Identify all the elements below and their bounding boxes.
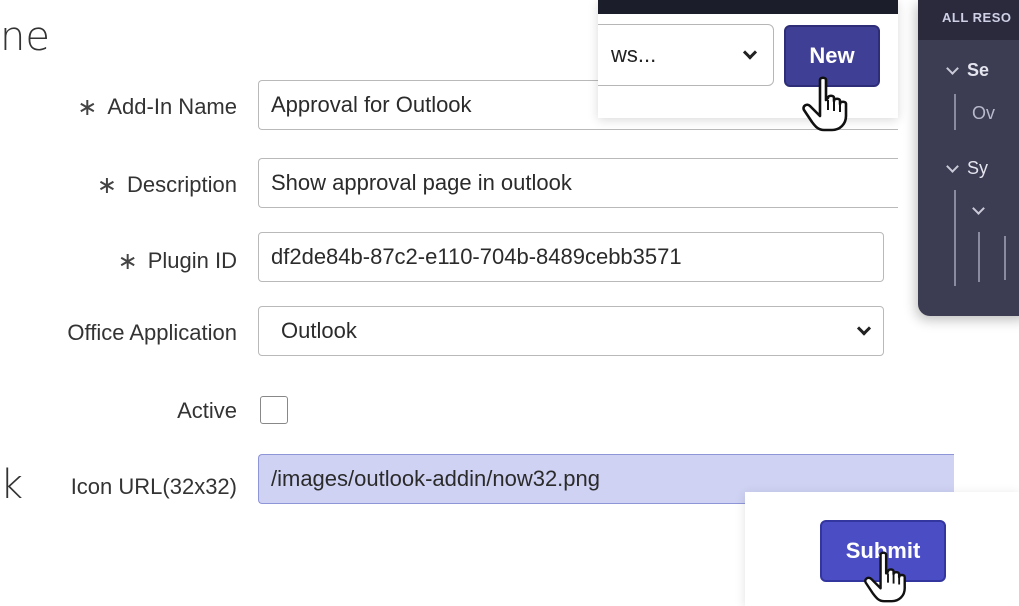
hand-pointer-icon <box>864 551 906 603</box>
nav-item-system[interactable]: Sy <box>946 158 988 179</box>
active-checkbox[interactable] <box>260 396 288 424</box>
nav-subgroup-toggle[interactable] <box>972 200 993 221</box>
active-label: Active <box>177 398 237 423</box>
background-text-fragment: k <box>0 462 24 508</box>
navigator-panel: ALL RESO Se Ov Sy <box>918 0 1019 316</box>
description-input[interactable]: Show approval page in outlook <box>258 158 898 208</box>
tree-line <box>954 190 956 286</box>
description-label: ∗ Description <box>96 172 237 199</box>
chevron-down-icon <box>946 62 959 75</box>
navigator-header: ALL RESO <box>918 0 1019 40</box>
toolbar-top-strip <box>598 0 898 14</box>
plugin-id-input[interactable]: df2de84b-87c2-e110-704b-8489cebb3571 <box>258 232 884 282</box>
office-application-label: Office Application <box>67 320 237 345</box>
nav-item-overview[interactable]: Ov <box>972 103 995 124</box>
required-asterisk-icon: ∗ <box>96 172 117 199</box>
background-heading-fragment: ne <box>0 14 50 60</box>
chevron-down-icon <box>742 45 758 60</box>
required-asterisk-icon: ∗ <box>77 94 98 121</box>
views-select[interactable]: ws... <box>598 24 774 86</box>
add-in-name-label: ∗ Add-In Name <box>77 94 237 121</box>
icon-url-label: Icon URL(32x32) <box>70 474 237 499</box>
tree-line <box>978 232 980 282</box>
chevron-down-icon <box>856 321 872 336</box>
office-application-select[interactable]: Outlook <box>258 306 884 356</box>
tree-line <box>1004 236 1006 280</box>
plugin-id-label: ∗ Plugin ID <box>117 248 237 275</box>
chevron-down-icon <box>946 160 959 173</box>
hand-pointer-icon <box>802 76 848 132</box>
nav-item-section[interactable]: Se <box>946 60 989 81</box>
tree-line <box>954 94 956 130</box>
required-asterisk-icon: ∗ <box>117 248 138 275</box>
chevron-down-icon <box>972 202 985 215</box>
